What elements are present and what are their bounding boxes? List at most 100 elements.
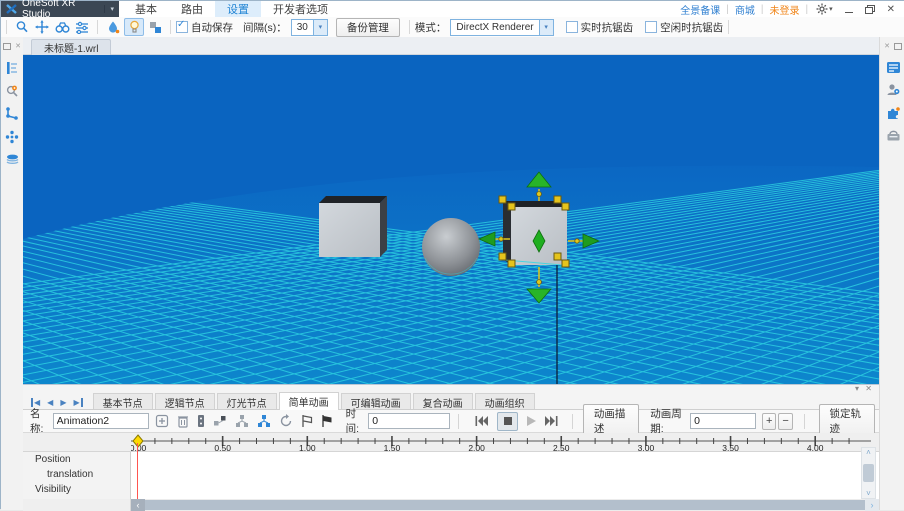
tab-nav-next-icon[interactable]: ▶: [60, 398, 66, 407]
layers-globe-icon[interactable]: [1, 153, 23, 165]
svg-text:4.00: 4.00: [807, 443, 824, 452]
panorama-lesson-link[interactable]: 全景备课: [680, 2, 720, 17]
titlebar-right: 全景备课 | 商城 | 未登录 | ▾: [676, 1, 901, 17]
scroll-up-icon[interactable]: ˄: [866, 448, 871, 457]
move-tool-icon[interactable]: [33, 19, 51, 35]
idle-aa-checkbox[interactable]: [645, 21, 657, 33]
binoculars-icon[interactable]: [53, 19, 71, 35]
plugin-puzzle-icon[interactable]: [880, 106, 904, 120]
scroll-thumb[interactable]: [863, 464, 874, 482]
viewport-3d[interactable]: [23, 55, 879, 384]
right-sidebar: ✕: [879, 37, 904, 510]
resource-person-icon[interactable]: [880, 83, 904, 97]
paint-fill-icon[interactable]: [104, 19, 122, 35]
scroll-down-icon[interactable]: ˅: [866, 489, 871, 498]
restore-button[interactable]: [865, 5, 875, 14]
menu-developer-options[interactable]: 开发者选项: [261, 1, 340, 17]
material-library-icon[interactable]: [880, 61, 904, 74]
node-tree-active-icon[interactable]: [257, 414, 271, 428]
store-basket-icon[interactable]: [880, 129, 904, 142]
menu-settings[interactable]: 设置: [215, 1, 261, 17]
store-link[interactable]: 商城: [735, 2, 755, 17]
minimize-button[interactable]: [845, 6, 853, 13]
chevron-down-icon: ▾: [313, 20, 327, 35]
track-row-translation[interactable]: translation: [23, 467, 130, 482]
tab-logic-nodes[interactable]: 逻辑节点: [155, 393, 215, 410]
objects-cubes-icon[interactable]: [146, 19, 164, 35]
app-badge[interactable]: OneSoft XR Studio ▾: [1, 1, 119, 17]
interval-label: 间隔(s)：: [243, 20, 287, 35]
time-input[interactable]: [368, 413, 450, 429]
timeline-ruler[interactable]: 0.000.501.001.502.002.503.003.504.00: [23, 433, 879, 452]
tab-composite-animation[interactable]: 复合动画: [413, 393, 473, 410]
scroll-left-icon[interactable]: ‹: [131, 499, 145, 511]
pane-close-icon[interactable]: ✕: [15, 42, 21, 50]
renderer-dropdown[interactable]: DirectX Renderer ▾: [450, 19, 553, 36]
track-row-visibility[interactable]: Visibility: [23, 482, 130, 497]
cube-object[interactable]: [319, 196, 387, 257]
delete-icon[interactable]: [177, 414, 189, 428]
playhead-line[interactable]: [137, 443, 138, 499]
clipboard-icon[interactable]: [197, 414, 205, 428]
document-tab[interactable]: 未标题-1.wrl: [31, 39, 111, 55]
node-tree-icon[interactable]: [235, 414, 249, 428]
gear-caret-icon: ▾: [829, 5, 833, 13]
tab-light-nodes[interactable]: 灯光节点: [217, 393, 277, 410]
left-sidebar: ✕: [1, 37, 24, 510]
period-plus-button[interactable]: +: [762, 413, 776, 430]
pane-close-icon[interactable]: ✕: [884, 42, 890, 50]
menu-basic[interactable]: 基本: [123, 1, 169, 17]
light-bulb-icon[interactable]: [124, 18, 144, 36]
app-menu-caret-icon[interactable]: ▾: [104, 5, 119, 13]
close-button[interactable]: ✕: [887, 4, 895, 15]
backup-manage-button[interactable]: 备份管理: [336, 18, 400, 37]
tab-nav-last-icon[interactable]: ▶: [73, 398, 82, 407]
tab-animation-group[interactable]: 动画组织: [475, 393, 535, 410]
login-status[interactable]: 未登录: [769, 2, 799, 17]
toolbar: 自动保存 间隔(s)： 30 ▾ 备份管理 模式： DirectX Render…: [1, 17, 904, 38]
autosave-label: 自动保存: [191, 20, 233, 35]
search-icon[interactable]: [13, 19, 31, 35]
skip-start-icon[interactable]: [475, 416, 488, 426]
period-label: 动画周期:: [650, 406, 687, 436]
scene-tree-icon[interactable]: [1, 61, 23, 75]
add-keyframe-icon[interactable]: [155, 414, 169, 428]
timeline-tracks: Position translation Visibility: [23, 452, 879, 499]
period-minus-button[interactable]: −: [778, 413, 792, 430]
interval-dropdown[interactable]: 30 ▾: [291, 19, 328, 36]
panel-tab-bar: ◀ ◀ ▶ ▶ 基本节点 逻辑节点 灯光节点 简单动画 可编辑动画 复合动画 动…: [23, 392, 879, 410]
skeleton-joint-icon[interactable]: [1, 107, 23, 121]
search-settings-icon[interactable]: [1, 84, 23, 98]
sphere-object[interactable]: [422, 218, 480, 276]
menu-routing[interactable]: 路由: [169, 1, 215, 17]
vertical-scrollbar[interactable]: ˄ ˅: [861, 447, 876, 499]
autosave-checkbox[interactable]: [176, 21, 188, 33]
separator: |: [805, 4, 808, 15]
period-input[interactable]: [690, 413, 756, 429]
realtime-aa-label: 实时抗锯齿: [581, 20, 634, 35]
skip-end-icon[interactable]: [545, 416, 558, 426]
node-cluster-icon[interactable]: [1, 130, 23, 144]
separator: |: [761, 4, 764, 15]
node-graph-icon[interactable]: [213, 414, 227, 428]
pane-dock-icon[interactable]: [3, 43, 11, 50]
track-row-position[interactable]: Position: [23, 452, 130, 467]
stop-button[interactable]: [497, 412, 518, 431]
scroll-right-icon[interactable]: ›: [865, 499, 879, 511]
loop-icon[interactable]: [279, 414, 293, 428]
svg-text:3.00: 3.00: [638, 443, 655, 452]
animation-name-input[interactable]: [53, 413, 149, 429]
flag-filled-icon[interactable]: [321, 414, 333, 428]
app-logo-icon: [6, 3, 18, 15]
play-button[interactable]: [527, 416, 536, 426]
flag-outline-icon[interactable]: [301, 414, 313, 428]
time-label: 时间:: [346, 406, 366, 436]
settings-gear-icon[interactable]: ▾: [816, 3, 833, 15]
horizontal-scrollbar[interactable]: ‹ ›: [23, 499, 879, 511]
tab-basic-nodes[interactable]: 基本节点: [93, 393, 153, 410]
filter-sliders-icon[interactable]: [73, 19, 91, 35]
svg-text:1.50: 1.50: [384, 443, 401, 452]
realtime-aa-checkbox[interactable]: [566, 21, 578, 33]
tab-simple-animation[interactable]: 简单动画: [279, 392, 339, 410]
pane-dock-icon[interactable]: [894, 43, 902, 50]
